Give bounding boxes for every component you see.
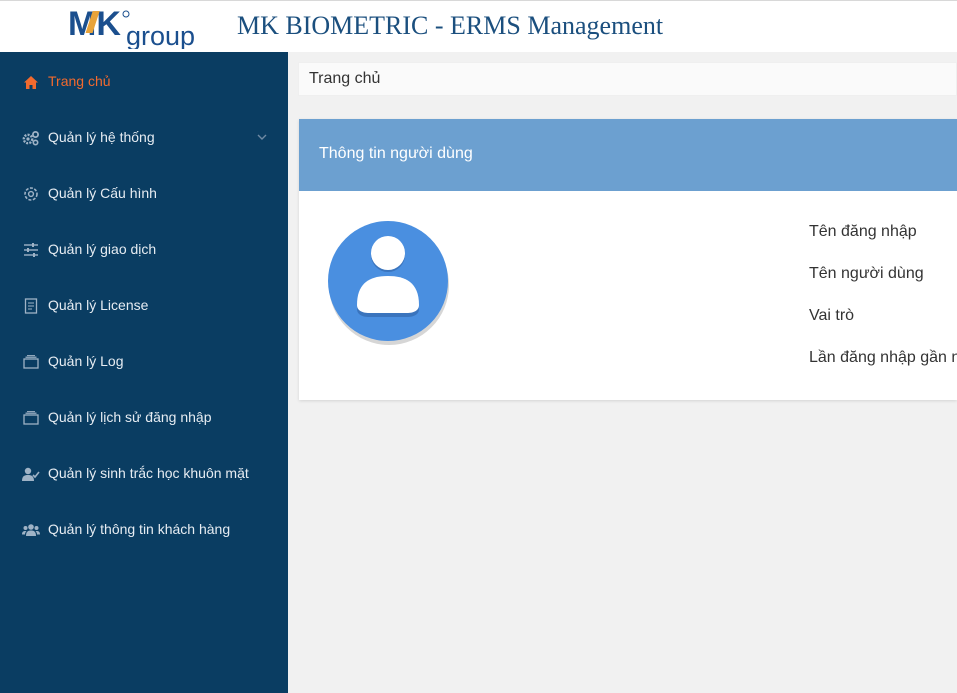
sidebar-item-system[interactable]: Quản lý hệ thống	[0, 110, 288, 166]
sidebar-item-transactions[interactable]: Quản lý giao dịch	[0, 222, 288, 278]
sidebar-item-label: Quản lý hệ thống	[48, 129, 155, 145]
archive-icon	[22, 410, 40, 426]
field-label-display-name: Tên người dùng	[809, 265, 924, 282]
sidebar-item-label: Quản lý sinh trắc học khuôn mặt	[48, 465, 249, 481]
sidebar-item-home[interactable]: Trang chủ	[0, 54, 288, 110]
gears-icon	[22, 130, 40, 146]
field-label-role: Vai trò	[809, 307, 855, 324]
sidebar-item-config[interactable]: Quản lý Cấu hình	[0, 166, 288, 222]
user-avatar-icon	[327, 219, 451, 347]
archive-icon	[22, 354, 40, 370]
sidebar-item-login-history[interactable]: Quản lý lịch sử đăng nhập	[0, 390, 288, 446]
sidebar-item-label: Quản lý License	[48, 297, 149, 313]
sidebar-item-log[interactable]: Quản lý Log	[0, 334, 288, 390]
card-header: Thông tin người dùng	[299, 119, 957, 191]
users-icon	[22, 522, 40, 538]
logo-group-text: group	[126, 21, 195, 49]
sidebar-item-label: Quản lý Cấu hình	[48, 185, 157, 201]
breadcrumb-current: Trang chủ	[309, 70, 381, 87]
sidebar-item-license[interactable]: Quản lý License	[0, 278, 288, 334]
sidebar-item-face-biometrics[interactable]: Quản lý sinh trắc học khuôn mặt	[0, 446, 288, 502]
sidebar: Trang chủ Quản lý hệ thống Quản lý Cấu h…	[0, 52, 288, 693]
field-label-username: Tên đăng nhập	[809, 223, 917, 240]
card-title: Thông tin người dùng	[319, 145, 473, 162]
sidebar-item-label: Quản lý thông tin khách hàng	[48, 521, 231, 537]
field-label-last-login: Lần đăng nhập gần nhất	[809, 349, 957, 366]
home-icon	[22, 74, 40, 90]
chevron-down-icon	[256, 130, 268, 142]
sidebar-item-label: Quản lý lịch sử đăng nhập	[48, 409, 212, 425]
document-icon	[22, 298, 40, 314]
registered-mark	[122, 10, 130, 18]
gear-icon	[22, 186, 40, 202]
sidebar-item-customers[interactable]: Quản lý thông tin khách hàng	[0, 502, 288, 558]
app-title: MK BIOMETRIC - ERMS Management	[237, 11, 664, 40]
sliders-icon	[22, 242, 40, 258]
sidebar-item-label: Quản lý giao dịch	[48, 241, 157, 257]
sidebar-item-label: Quản lý Log	[48, 353, 124, 369]
mk-group-logo[interactable]: MK group	[68, 7, 200, 49]
sidebar-item-label: Trang chủ	[48, 73, 111, 89]
breadcrumb: Trang chủ	[298, 62, 957, 96]
user-check-icon	[22, 466, 40, 482]
top-header: MK group MK BIOMETRIC - ERMS Management	[0, 0, 957, 52]
user-info-card: Thông tin người dùng Tên đăng nhập Tên n…	[299, 119, 957, 400]
